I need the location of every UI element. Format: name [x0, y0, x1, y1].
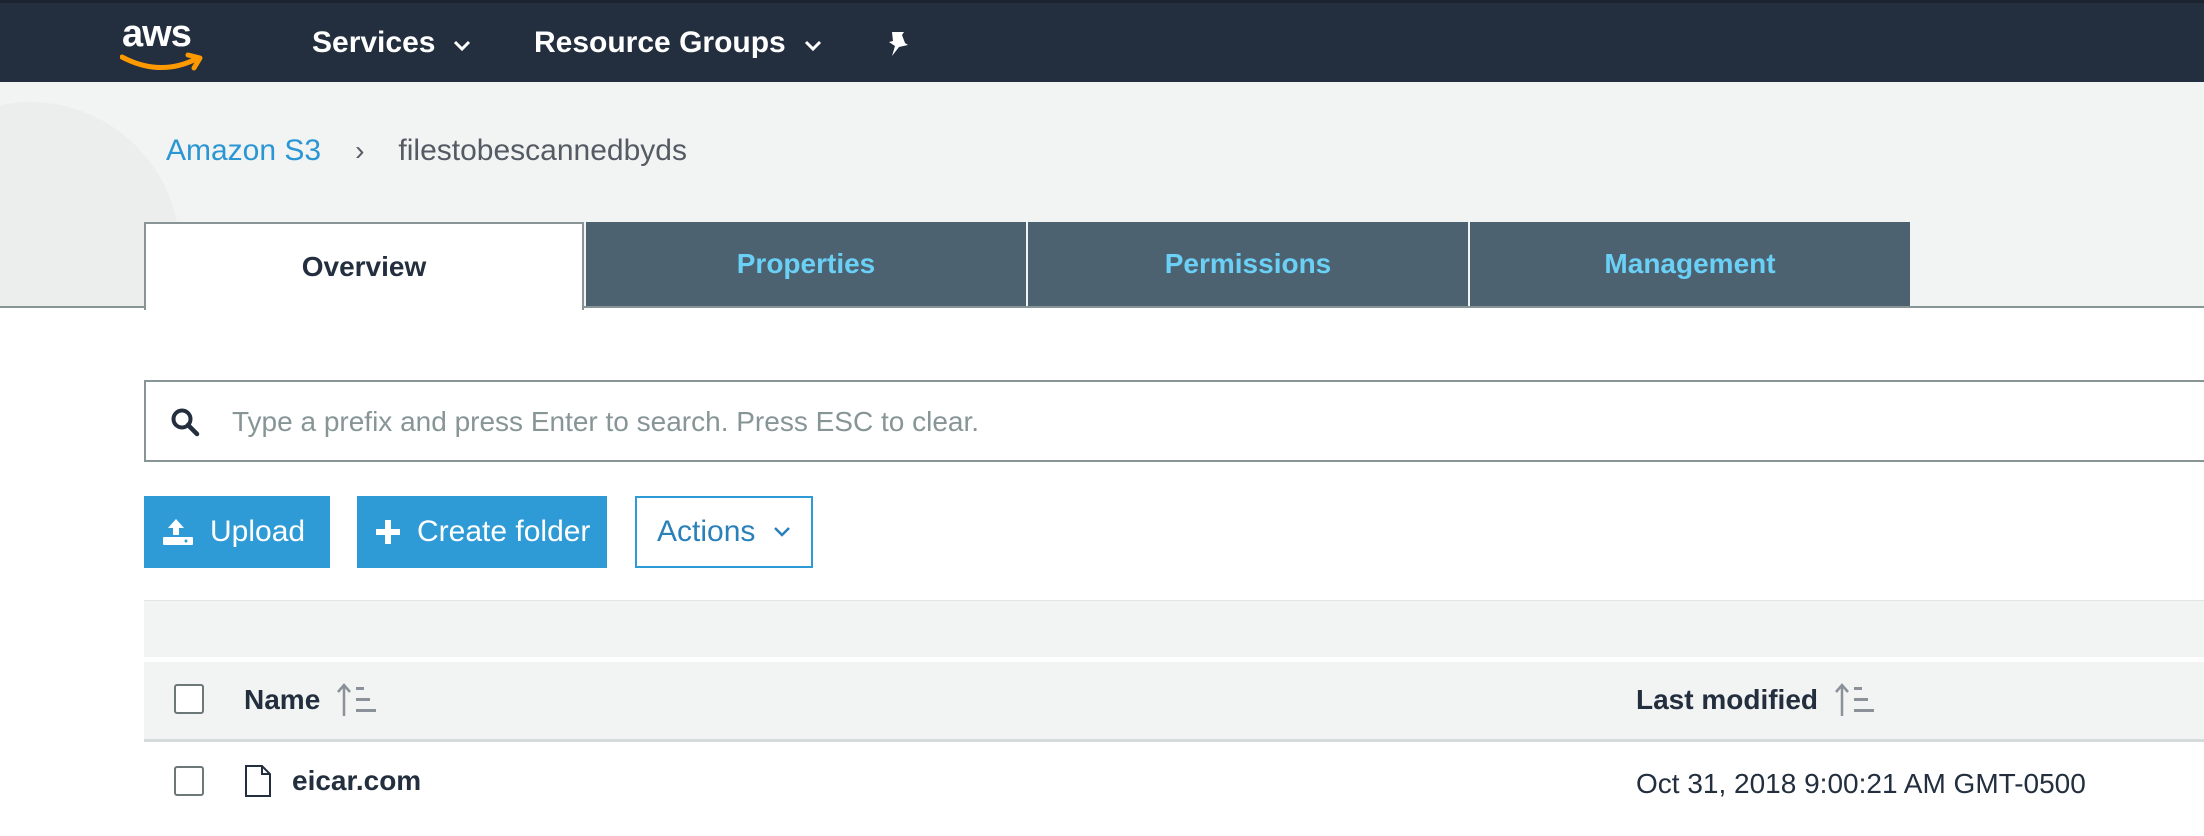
chevron-down-icon — [773, 526, 791, 538]
file-name-cell[interactable]: eicar.com — [244, 764, 421, 798]
services-label: Services — [312, 26, 436, 59]
search-input[interactable] — [230, 382, 2134, 462]
breadcrumb-amazon-s3-link[interactable]: Amazon S3 — [166, 134, 321, 168]
column-header-last-modified[interactable]: Last modified — [1636, 682, 1876, 718]
services-menu[interactable]: Services — [312, 24, 471, 62]
pin-icon[interactable] — [884, 29, 914, 64]
search-icon — [170, 407, 200, 442]
aws-smile-icon — [120, 52, 203, 71]
last-modified-cell: Oct 31, 2018 9:00:21 AM GMT-0500 — [1636, 768, 2086, 799]
create-folder-label: Create folder — [417, 515, 591, 548]
column-last-modified-label: Last modified — [1636, 684, 1819, 715]
plus-icon — [375, 519, 401, 545]
select-all-checkbox[interactable] — [174, 684, 204, 714]
tab-overview[interactable]: Overview — [144, 222, 584, 310]
resource-groups-menu[interactable]: Resource Groups — [534, 24, 822, 62]
tab-properties[interactable]: Properties — [586, 222, 1026, 306]
breadcrumb: Amazon S3 › filestobescannedbyds — [166, 134, 687, 168]
aws-logo-text: aws — [122, 13, 192, 55]
chevron-right-icon: › — [355, 135, 365, 166]
upload-button[interactable]: Upload — [144, 496, 330, 568]
row-checkbox[interactable] — [174, 766, 204, 796]
aws-logo[interactable]: aws — [120, 13, 206, 75]
chevron-down-icon — [804, 24, 822, 62]
file-icon — [244, 764, 272, 798]
table-header: Name Last modified — [144, 662, 2204, 742]
file-name-label: eicar.com — [292, 765, 422, 796]
table-toolbar-strip — [144, 600, 2204, 657]
search-box — [144, 380, 2204, 462]
actions-dropdown[interactable]: Actions — [635, 496, 813, 568]
table-row[interactable]: eicar.com Oct 31, 2018 9:00:21 AM GMT-05… — [144, 742, 2204, 826]
chevron-down-icon — [453, 24, 471, 62]
breadcrumb-current-bucket: filestobescannedbyds — [398, 134, 687, 167]
upload-icon — [162, 517, 194, 547]
top-navigation-bar: aws Services Resource Groups — [0, 0, 2204, 82]
column-name-label: Name — [244, 684, 321, 715]
upload-label: Upload — [210, 515, 306, 548]
tab-management[interactable]: Management — [1470, 222, 1910, 306]
sort-icon[interactable] — [1834, 682, 1876, 718]
sort-icon[interactable] — [336, 682, 378, 718]
column-header-name[interactable]: Name — [244, 682, 378, 718]
resource-groups-label: Resource Groups — [534, 26, 786, 59]
actions-label: Actions — [657, 515, 756, 548]
create-folder-button[interactable]: Create folder — [357, 496, 607, 568]
tab-permissions[interactable]: Permissions — [1028, 222, 1468, 306]
